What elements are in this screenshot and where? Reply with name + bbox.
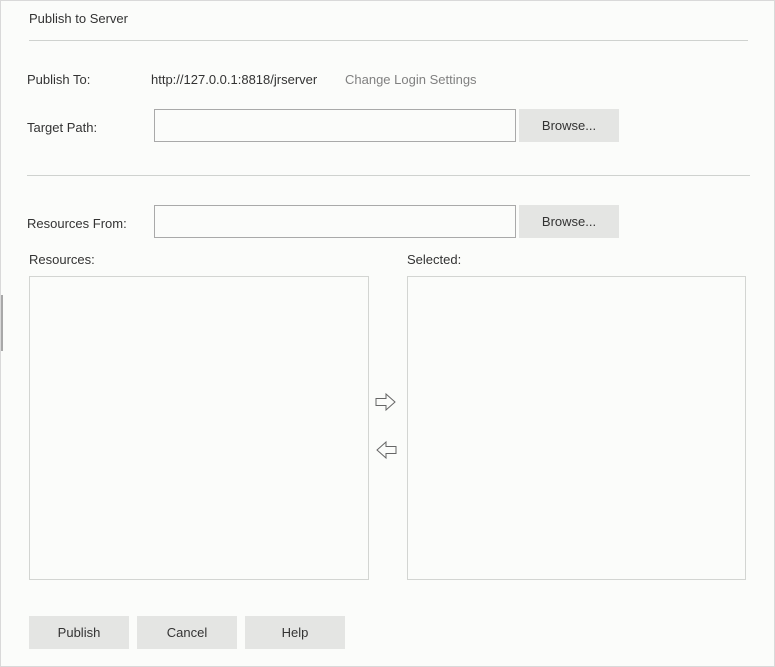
resources-list-label: Resources: <box>29 252 95 267</box>
target-path-browse-button[interactable]: Browse... <box>519 109 619 142</box>
publish-button[interactable]: Publish <box>29 616 129 649</box>
help-button[interactable]: Help <box>245 616 345 649</box>
resources-list[interactable] <box>29 276 369 580</box>
resize-handle[interactable] <box>1 295 3 351</box>
change-login-settings-link[interactable]: Change Login Settings <box>345 72 477 87</box>
publish-to-url: http://127.0.0.1:8818/jrserver <box>151 72 318 87</box>
publish-dialog: Publish to Server Publish To: http://127… <box>0 0 775 667</box>
resources-from-input[interactable] <box>154 205 516 238</box>
cancel-button[interactable]: Cancel <box>137 616 237 649</box>
resources-from-browse-button[interactable]: Browse... <box>519 205 619 238</box>
dialog-title: Publish to Server <box>29 11 128 26</box>
selected-list-label: Selected: <box>407 252 462 267</box>
resources-from-label: Resources From: <box>27 216 127 231</box>
section-divider <box>27 175 750 176</box>
target-path-label: Target Path: <box>27 120 98 135</box>
arrow-left-icon[interactable] <box>374 440 398 460</box>
selected-list[interactable] <box>407 276 746 580</box>
arrow-right-icon[interactable] <box>374 392 398 412</box>
publish-to-label: Publish To: <box>27 72 91 87</box>
title-divider <box>29 40 748 41</box>
target-path-input[interactable] <box>154 109 516 142</box>
